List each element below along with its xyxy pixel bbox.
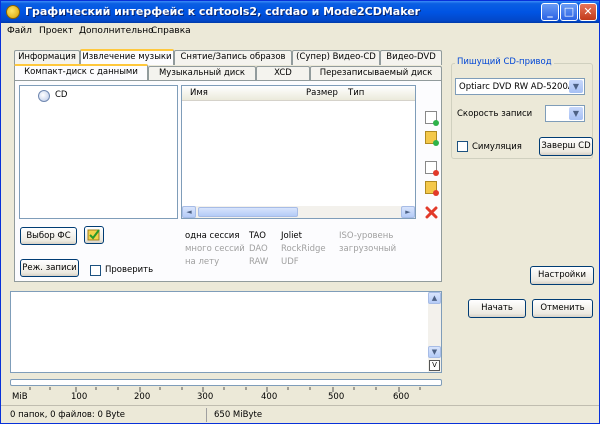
maximize-button[interactable]: □ [560,3,578,21]
menu-bar: Файл Проект Дополнительно Справка [1,23,599,40]
status-divider [206,408,207,422]
menu-project[interactable]: Проект [39,26,73,36]
simulation-checkbox[interactable] [457,141,468,152]
folder-tree[interactable]: CD [19,85,178,219]
menu-extra[interactable]: Дополнительно [79,26,154,36]
scroll-thumb[interactable] [198,207,298,217]
opt-rockridge[interactable]: RockRidge [281,244,326,254]
ruler-unit: MiB [12,392,28,402]
tab-audio-cd[interactable]: Музыкальный диск [148,66,256,81]
options-area: одна сессия много сессий на лету TAO DAO… [181,227,416,273]
close-button[interactable]: ✕ [579,3,597,21]
settings-button[interactable]: Настройки [530,266,594,285]
opt-iso-level[interactable]: ISO-уровень [339,231,393,241]
ruler-tick-100: 100 [71,392,88,402]
opt-multi-session[interactable]: много сессий [185,244,245,254]
cancel-button[interactable]: Отменить [532,299,593,318]
scroll-right-button[interactable]: ► [401,206,415,218]
log-output[interactable]: ▲ ▼ V [10,291,442,373]
chevron-down-icon[interactable]: ▼ [569,107,583,120]
menu-file[interactable]: Файл [7,26,32,36]
status-files: 0 папок, 0 файлов: 0 Byte [10,410,126,420]
ruler-tick-500: 500 [328,392,345,402]
minimize-button[interactable]: _ [541,3,559,21]
ruler-ticks [29,387,421,392]
drive-select[interactable]: Optiarc DVD RW AD-5200A ▼ [455,78,585,95]
tab-xcd[interactable]: XCD [256,66,310,81]
tab-vcd[interactable]: (Супер) Видео-CD [292,50,380,65]
verify-checkbox[interactable] [90,265,101,276]
file-list-header: Имя Размер Тип [182,86,415,101]
col-size[interactable]: Размер [306,88,338,98]
col-name[interactable]: Имя [190,88,208,98]
ruler-tick-400: 400 [261,392,278,402]
opt-tao[interactable]: TAO [249,231,266,241]
remove-folder-icon[interactable] [425,181,439,196]
opt-raw[interactable]: RAW [249,257,268,267]
main-window: Графический интерфейс к cdrtools2, cdrda… [0,0,600,424]
tab-dvd-video[interactable]: Видео-DVD [380,50,442,65]
status-bar: 0 папок, 0 файлов: 0 Byte 650 MiByte [1,405,599,423]
delete-icon[interactable] [425,206,438,219]
file-list[interactable]: Имя Размер Тип ◄ ► [181,85,416,219]
opt-single-session[interactable]: одна сессия [185,231,239,241]
opt-on-the-fly[interactable]: на лету [185,257,219,267]
start-button[interactable]: Начать [468,299,526,318]
log-scroll-down[interactable]: ▼ [428,346,441,358]
status-capacity: 650 MiByte [214,410,263,420]
tab-images[interactable]: Снятие/Запись образов [174,50,292,65]
scroll-left-button[interactable]: ◄ [182,206,196,218]
menu-help[interactable]: Справка [151,26,191,36]
file-list-hscroll[interactable]: ◄ ► [182,206,415,218]
add-folder-icon[interactable] [425,131,439,146]
speed-select[interactable]: ▼ [545,105,585,122]
drive-value: Optiarc DVD RW AD-5200A [459,82,574,92]
log-end-button[interactable]: V [429,360,440,371]
ruler-tick-200: 200 [134,392,151,402]
finish-cd-button[interactable]: Заверш CD [539,137,593,156]
tab-info[interactable]: Информация [14,50,80,65]
ruler-tick-600: 600 [393,392,410,402]
cd-disc-icon [38,90,50,102]
ruler-tick-300: 300 [197,392,214,402]
tab-rw-cd[interactable]: Перезаписываемый диск [310,66,442,81]
speed-label: Скорость записи [457,109,533,119]
opt-joliet[interactable]: Joliet [281,231,302,241]
fs-ok-button[interactable] [84,226,104,244]
opt-udf[interactable]: UDF [281,257,299,267]
tree-root-label[interactable]: CD [55,90,67,100]
tab-rip-audio[interactable]: Извлечение музыки [80,49,174,65]
window-title: Графический интерфейс к cdrtools2, cdrda… [25,5,421,18]
chevron-down-icon[interactable]: ▼ [569,80,583,93]
checkmark-icon [87,229,100,241]
capacity-bar [10,379,442,386]
simulation-label: Симуляция [472,142,522,152]
remove-file-icon[interactable] [425,161,439,176]
app-icon [6,5,20,19]
tab-data-cd[interactable]: Компакт-диск с данными [14,64,148,80]
log-scroll-up[interactable]: ▲ [428,292,441,304]
add-file-icon[interactable] [425,111,439,126]
writer-group-title: Пишущий CD-привод [455,57,554,67]
verify-label: Проверить [105,265,154,275]
opt-bootable[interactable]: загрузочный [339,244,396,254]
fs-select-button[interactable]: Выбор ФС [20,227,77,245]
write-mode-button[interactable]: Реж. записи [20,259,79,277]
capacity-ruler: MiB 100 200 300 400 500 600 [10,387,442,404]
col-type[interactable]: Тип [348,88,364,98]
title-bar[interactable]: Графический интерфейс к cdrtools2, cdrda… [1,1,599,23]
opt-dao[interactable]: DAO [249,244,268,254]
